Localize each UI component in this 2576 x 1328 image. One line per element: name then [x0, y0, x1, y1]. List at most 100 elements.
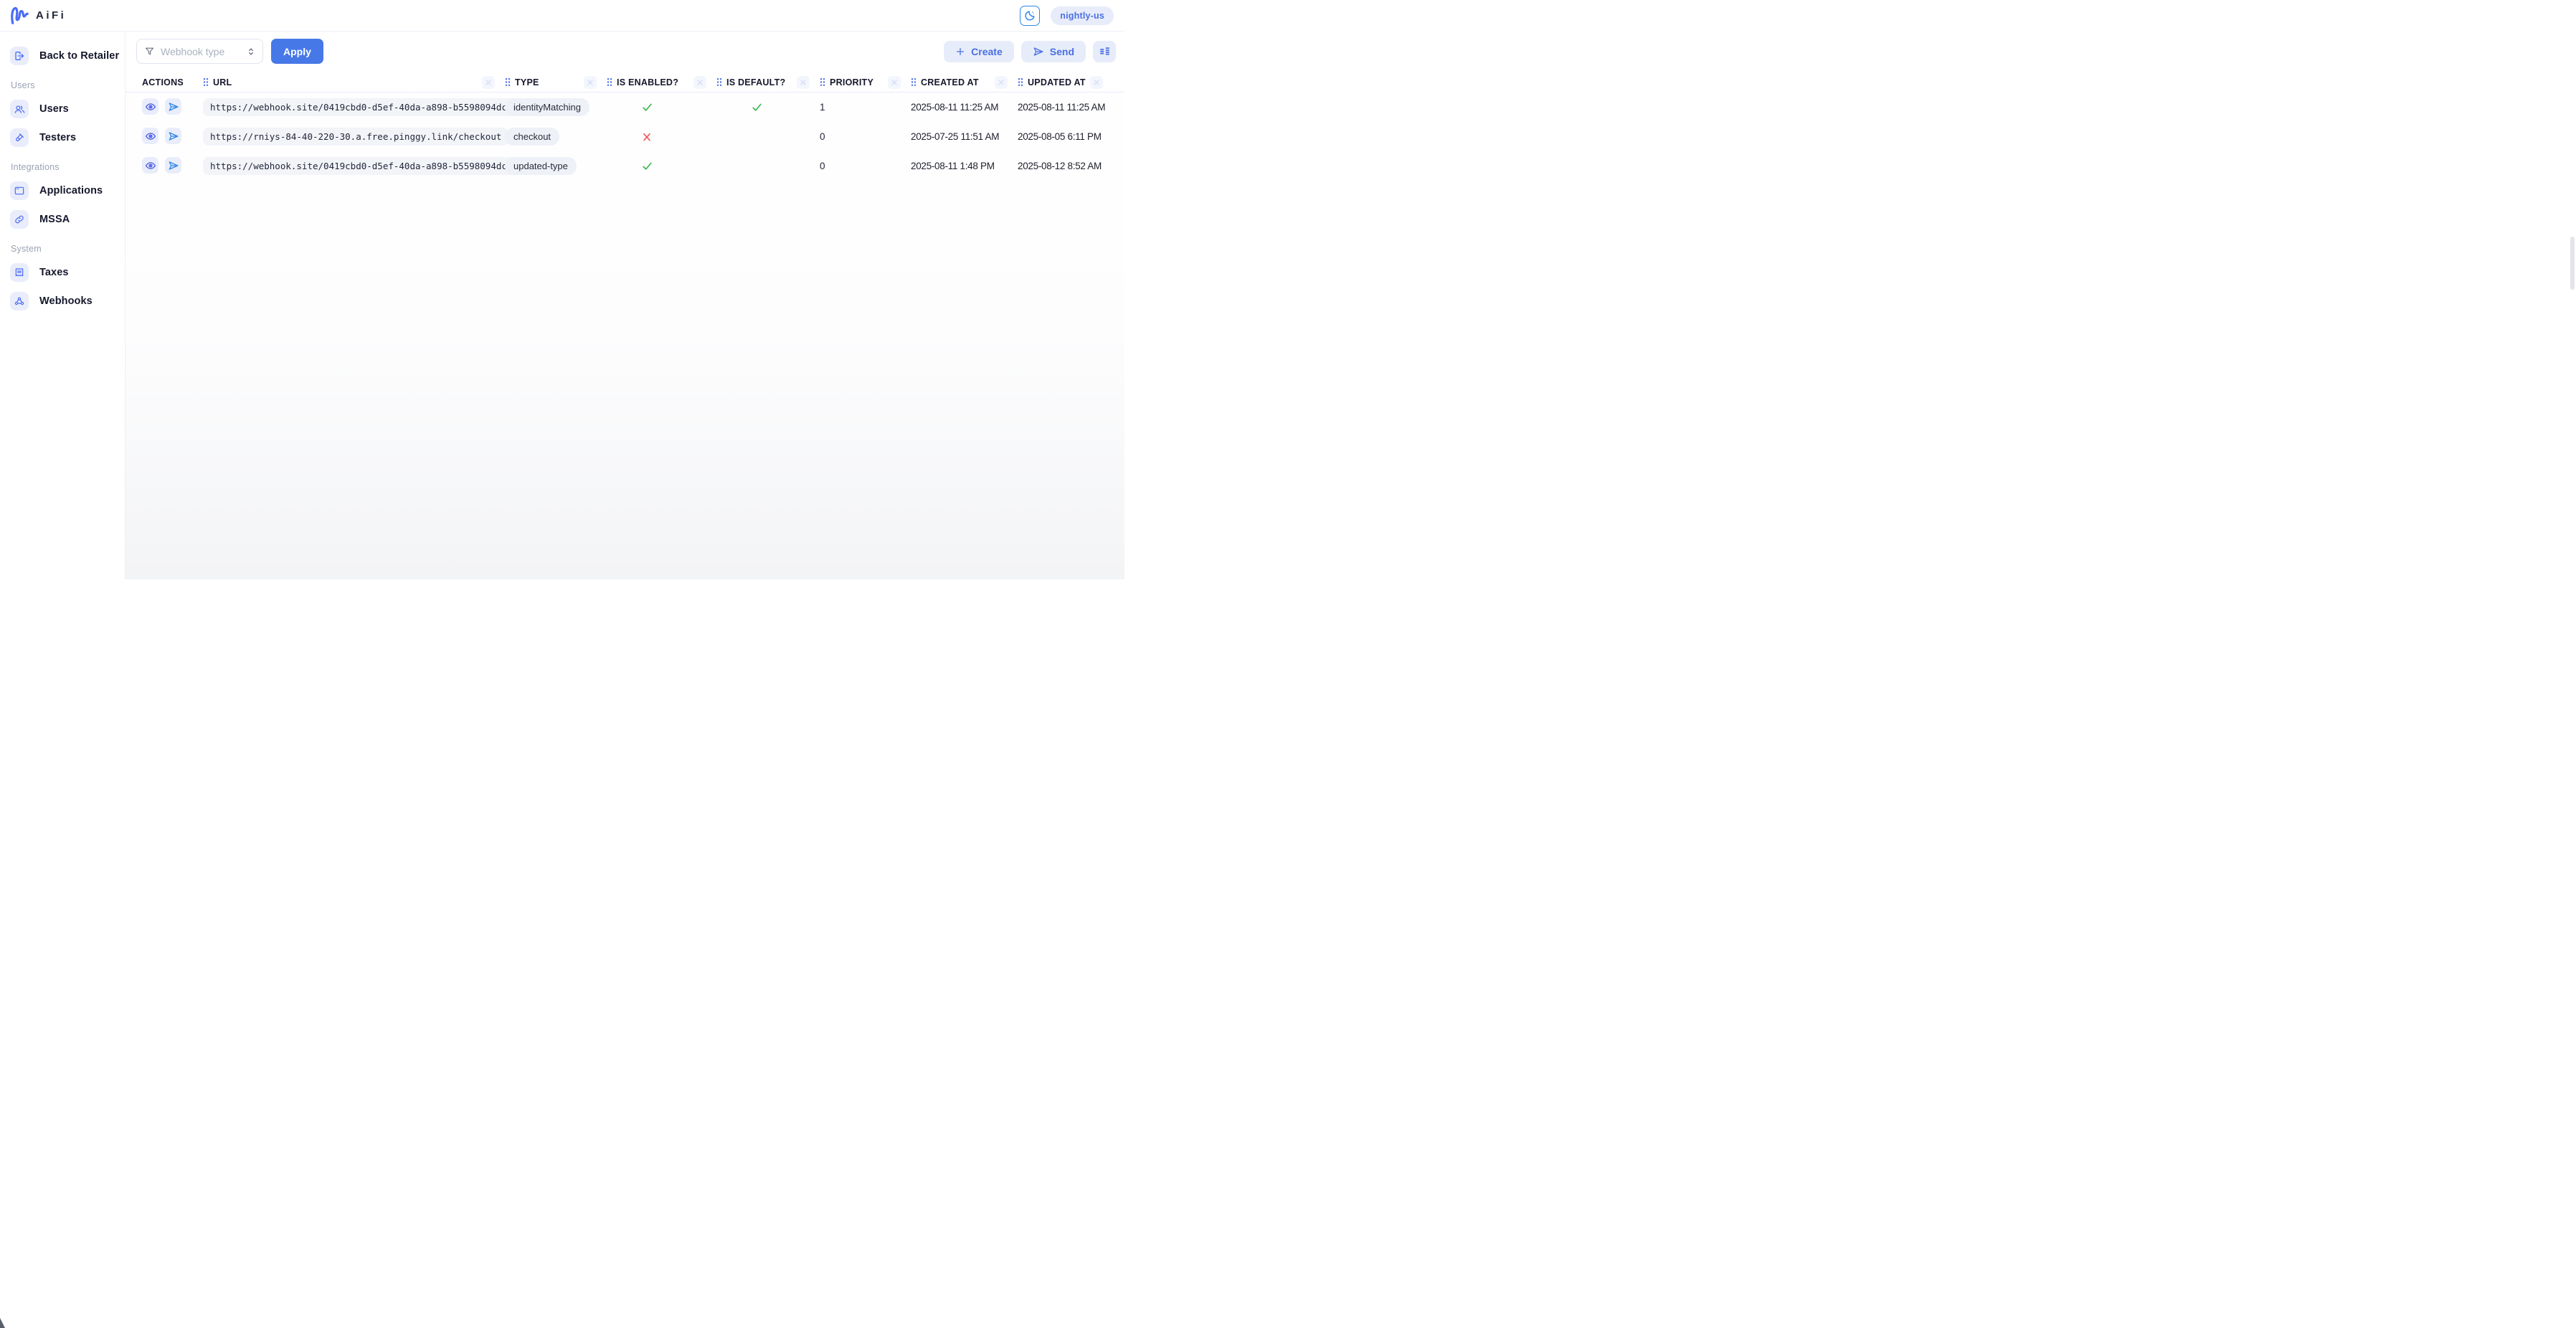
- toolbar-right: Create Send: [944, 41, 1116, 62]
- webhooks-table: ACTIONS URL TYPE IS ENABLED? IS DEFAULT?: [126, 72, 1124, 181]
- drag-handle-icon[interactable]: [820, 77, 825, 87]
- created-at-cell: 2025-08-11 1:48 PM: [911, 160, 1018, 173]
- column-label: UPDATED AT: [1028, 77, 1086, 87]
- column-header-is-default[interactable]: IS DEFAULT?: [716, 76, 820, 89]
- brand-name: AiFi: [36, 9, 66, 22]
- view-row-button[interactable]: [142, 128, 158, 144]
- drag-handle-icon[interactable]: [505, 77, 511, 87]
- send-row-button[interactable]: [165, 157, 181, 174]
- send-row-button[interactable]: [165, 98, 181, 115]
- close-icon[interactable]: [584, 76, 597, 89]
- red-cross-icon: [641, 131, 653, 143]
- actions-cell: [142, 128, 203, 146]
- drag-handle-icon[interactable]: [1018, 77, 1023, 87]
- close-icon[interactable]: [1090, 76, 1103, 89]
- scrollbar-thumb[interactable]: [2570, 237, 2575, 290]
- select-placeholder: Webhook type: [161, 46, 224, 57]
- close-icon[interactable]: [797, 76, 810, 89]
- priority-cell: 0: [820, 160, 911, 173]
- plus-icon: [955, 47, 965, 57]
- url-cell: https://webhook.site/0419cbd0-d5ef-40da-…: [203, 160, 505, 173]
- column-header-updated-at[interactable]: UPDATED AT: [1018, 76, 1113, 89]
- send-button-label: Send: [1050, 46, 1074, 57]
- priority-value: 0: [820, 131, 825, 142]
- webhook-url[interactable]: https://webhook.site/0419cbd0-d5ef-40da-…: [203, 98, 525, 116]
- drag-handle-icon[interactable]: [716, 77, 722, 87]
- eye-icon: [145, 160, 156, 171]
- webhook-url[interactable]: https://rniys-84-40-220-30.a.free.pinggy…: [203, 128, 508, 146]
- topbar-right: nightly-us: [1020, 6, 1114, 26]
- table-row: https://rniys-84-40-220-30.a.free.pinggy…: [126, 122, 1124, 151]
- main-content: Webhook type Apply Create: [126, 32, 1124, 579]
- logo[interactable]: AiFi: [9, 5, 66, 27]
- updated-at-value: 2025-08-05 6:11 PM: [1018, 131, 1102, 142]
- link-icon: [10, 210, 29, 229]
- topbar: AiFi nightly-us: [0, 0, 1124, 32]
- column-settings-button[interactable]: [1093, 41, 1116, 62]
- webhook-type-badge: identityMatching: [505, 98, 589, 116]
- app-window-icon: [10, 181, 29, 200]
- webhook-url[interactable]: https://webhook.site/0419cbd0-d5ef-40da-…: [203, 157, 525, 175]
- green-check-icon: [641, 101, 653, 113]
- webhook-type-select[interactable]: Webhook type: [136, 39, 263, 64]
- drag-handle-icon[interactable]: [911, 77, 917, 87]
- drag-handle-icon[interactable]: [607, 77, 612, 87]
- sidebar-section-integrations: Integrations: [11, 162, 125, 172]
- drag-handle-icon[interactable]: [203, 77, 209, 87]
- sidebar-item-back-to-retailer[interactable]: Back to Retailer: [10, 42, 125, 70]
- column-header-priority[interactable]: PRIORITY: [820, 76, 911, 89]
- sidebar-item-label: Taxes: [39, 267, 69, 278]
- is-enabled-cell: [607, 131, 716, 143]
- column-header-created-at[interactable]: CREATED AT: [911, 76, 1018, 89]
- sidebar-item-label: Applications: [39, 185, 103, 196]
- close-icon[interactable]: [693, 76, 706, 89]
- sidebar-item-label: Webhooks: [39, 295, 93, 307]
- priority-cell: 1: [820, 101, 911, 114]
- send-row-button[interactable]: [165, 128, 181, 144]
- created-at-value: 2025-08-11 1:48 PM: [911, 161, 995, 171]
- created-at-value: 2025-07-25 11:51 AM: [911, 131, 999, 142]
- actions-cell: [142, 157, 203, 175]
- webhook-type-badge: checkout: [505, 128, 559, 146]
- send-button[interactable]: Send: [1021, 41, 1086, 62]
- is-enabled-cell: [607, 160, 716, 172]
- apply-button[interactable]: Apply: [271, 39, 323, 64]
- close-icon[interactable]: [482, 76, 495, 89]
- environment-badge: nightly-us: [1051, 6, 1114, 25]
- mouse-cursor: [0, 1318, 5, 1328]
- url-cell: https://webhook.site/0419cbd0-d5ef-40da-…: [203, 101, 505, 114]
- priority-value: 1: [820, 102, 825, 113]
- sidebar-item-mssa[interactable]: MSSA: [10, 205, 125, 234]
- column-header-type[interactable]: TYPE: [505, 76, 607, 89]
- table-row: https://webhook.site/0419cbd0-d5ef-40da-…: [126, 151, 1124, 181]
- column-label: PRIORITY: [830, 77, 873, 87]
- updated-at-value: 2025-08-11 11:25 AM: [1018, 102, 1105, 113]
- sidebar-item-testers[interactable]: Testers: [10, 123, 125, 152]
- column-header-url[interactable]: URL: [203, 76, 505, 89]
- column-label: TYPE: [515, 77, 539, 87]
- aifi-wave-icon: [9, 5, 31, 27]
- sidebar-item-taxes[interactable]: Taxes: [10, 258, 125, 287]
- column-header-is-enabled[interactable]: IS ENABLED?: [607, 76, 716, 89]
- type-cell: updated-type: [505, 160, 607, 173]
- is-default-cell: [716, 101, 820, 113]
- view-row-button[interactable]: [142, 157, 158, 174]
- sidebar-item-webhooks[interactable]: Webhooks: [10, 287, 125, 316]
- sidebar-item-users[interactable]: Users: [10, 95, 125, 123]
- close-icon[interactable]: [995, 76, 1008, 89]
- sidebar-section-users: Users: [11, 80, 125, 90]
- paper-plane-icon: [168, 160, 179, 171]
- sidebar-item-label: Testers: [39, 132, 76, 143]
- create-button[interactable]: Create: [944, 41, 1014, 62]
- updated-at-cell: 2025-08-05 6:11 PM: [1018, 131, 1113, 143]
- column-label: URL: [213, 77, 232, 87]
- close-icon[interactable]: [888, 76, 901, 89]
- priority-value: 0: [820, 161, 825, 171]
- webhook-icon: [10, 292, 29, 310]
- sidebar-item-applications[interactable]: Applications: [10, 176, 125, 205]
- type-cell: checkout: [505, 131, 607, 143]
- create-button-label: Create: [971, 46, 1003, 57]
- toolbar: Webhook type Apply Create: [126, 32, 1124, 64]
- view-row-button[interactable]: [142, 98, 158, 115]
- theme-toggle-button[interactable]: [1020, 6, 1040, 26]
